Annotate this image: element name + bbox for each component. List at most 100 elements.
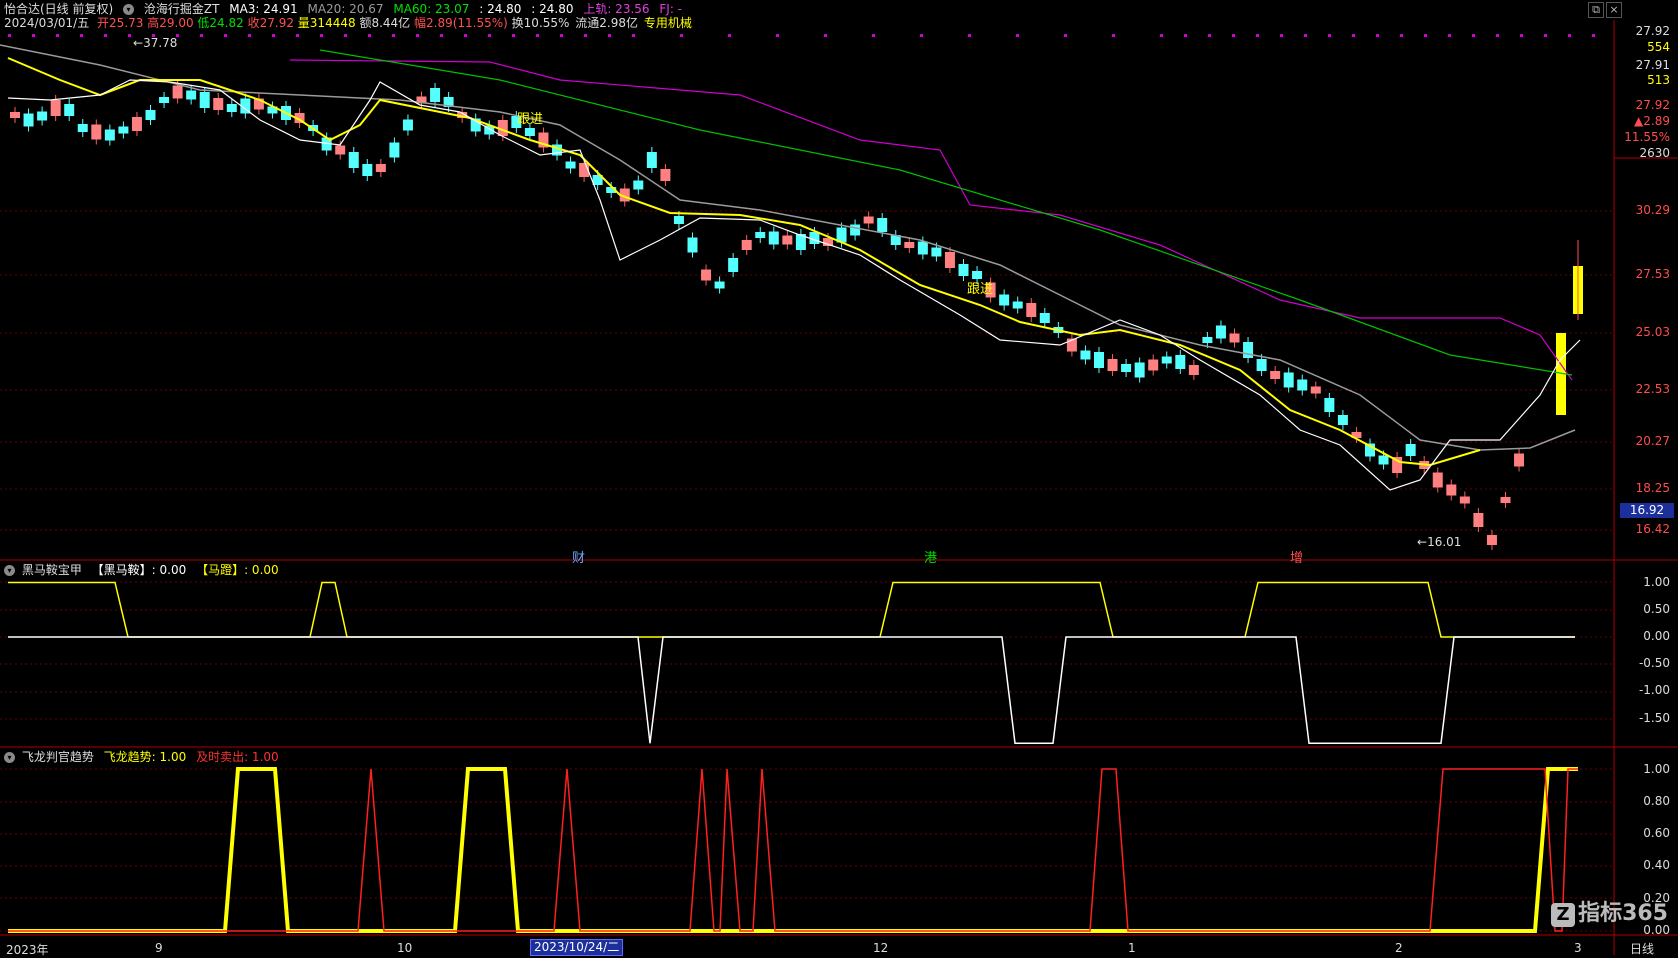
candle-body xyxy=(782,235,793,245)
signal-dot xyxy=(632,34,635,37)
signal-dot xyxy=(344,34,347,37)
candle-body xyxy=(1121,364,1132,372)
panel2-title[interactable]: 飞龙判官趋势 xyxy=(22,750,94,764)
signal-dot xyxy=(560,34,563,37)
stirrup-line xyxy=(8,636,1575,745)
candle-body xyxy=(1337,415,1348,425)
candle-body xyxy=(1432,472,1443,488)
signal-dot xyxy=(1256,34,1259,37)
candle-body xyxy=(1094,352,1104,368)
signal-dot xyxy=(608,34,611,37)
candle-body xyxy=(1215,325,1226,339)
sell-signal-line xyxy=(8,768,1578,932)
candle-body xyxy=(931,247,942,257)
candle-body xyxy=(1283,372,1294,388)
panel1-title[interactable]: 黑马鞍宝甲 xyxy=(22,563,82,577)
candle-body xyxy=(1405,444,1416,456)
panel1-axis-label: -1.50 xyxy=(1638,711,1670,725)
category-marker: 财 xyxy=(572,551,586,566)
signal-dot xyxy=(536,34,539,37)
kline-chart[interactable] xyxy=(0,0,1678,955)
candle-body xyxy=(633,180,644,190)
candle-body xyxy=(172,85,183,99)
signal-dot xyxy=(320,34,323,37)
panel2-label-b: 及时卖出: 1.00 xyxy=(196,750,279,764)
ma60-line xyxy=(319,49,1573,376)
candle-body xyxy=(335,145,346,155)
candle-body xyxy=(1134,362,1145,378)
candle-body xyxy=(1378,455,1389,465)
panel1-axis-label: 1.00 xyxy=(1643,575,1670,589)
candle-body xyxy=(77,124,88,132)
panel1-axis-label: 0.00 xyxy=(1643,629,1670,643)
candle-body xyxy=(1107,359,1118,371)
candle-body xyxy=(1270,371,1281,379)
x-axis-label: 12 xyxy=(873,941,889,955)
logo-icon: Z xyxy=(1551,903,1576,927)
signal-dot xyxy=(1016,34,1019,37)
candle-body xyxy=(362,164,373,176)
candle-body xyxy=(1175,355,1186,369)
signal-dot xyxy=(776,34,779,37)
chevron-down-icon[interactable]: ▾ xyxy=(4,565,15,576)
selected-date-box: 2023/10/24/二 xyxy=(530,939,624,956)
category-marker: 增 xyxy=(1290,551,1304,566)
signal-dot xyxy=(440,34,443,37)
candle-body xyxy=(1459,496,1470,504)
signal-dot xyxy=(1424,34,1427,37)
signal-dot xyxy=(128,34,131,37)
period-label[interactable]: 日线 xyxy=(1630,940,1654,957)
candle-body xyxy=(131,117,142,131)
signal-dot xyxy=(368,34,371,37)
panel1-label-a: 【黑马鞍】: 0.00 xyxy=(91,563,187,577)
panel2-axis-label: 0.40 xyxy=(1643,858,1670,872)
candle-body xyxy=(64,104,75,116)
candle-body xyxy=(863,216,874,224)
signal-dot xyxy=(104,34,107,37)
candle-body xyxy=(1148,359,1159,371)
candle-body xyxy=(1256,359,1267,371)
candle-body xyxy=(565,161,576,169)
signal-dot xyxy=(1520,34,1523,37)
candle-body xyxy=(646,152,657,168)
x-axis-label: 10 xyxy=(397,941,413,955)
candle-body xyxy=(958,264,969,276)
upper-band-line xyxy=(289,59,1573,381)
candle-body xyxy=(877,218,888,232)
panel1-axis-label: 0.50 xyxy=(1643,602,1670,616)
signal-dot xyxy=(512,34,515,37)
candle-body xyxy=(1012,301,1023,309)
candle-body xyxy=(226,104,237,112)
candle-body xyxy=(673,216,684,224)
panel2-axis-label: 0.80 xyxy=(1643,794,1670,808)
candle-body xyxy=(23,113,34,127)
signal-dot xyxy=(8,34,11,37)
chevron-down-icon[interactable]: ▾ xyxy=(4,752,15,763)
candle-body xyxy=(213,98,224,110)
candle-body xyxy=(37,111,48,121)
signal-dot xyxy=(1184,34,1187,37)
candle-body xyxy=(1446,484,1457,496)
signal-dot xyxy=(968,34,971,37)
candle-body xyxy=(728,258,739,272)
candle-body xyxy=(660,169,671,181)
candle-body xyxy=(389,142,400,158)
signal-dot xyxy=(200,34,203,37)
x-axis-label: 3 xyxy=(1574,941,1582,955)
candle-body xyxy=(1080,350,1091,360)
signal-dot xyxy=(1232,34,1235,37)
signal-dot xyxy=(1400,34,1403,37)
dragon-trend-line xyxy=(8,767,1578,933)
ma-yellow-line xyxy=(7,57,1481,467)
signal-dot xyxy=(1208,34,1211,37)
candle-body xyxy=(687,237,698,253)
x-axis-label: 9 xyxy=(155,941,163,955)
candle-body xyxy=(145,110,156,120)
candle-body xyxy=(1229,333,1240,343)
category-marker: 港 xyxy=(924,551,938,566)
signal-dot xyxy=(1160,34,1163,37)
signal-dot xyxy=(680,34,683,37)
signal-dot xyxy=(272,34,275,37)
signal-dot xyxy=(248,34,251,37)
panel1-axis-label: -0.50 xyxy=(1638,656,1670,670)
